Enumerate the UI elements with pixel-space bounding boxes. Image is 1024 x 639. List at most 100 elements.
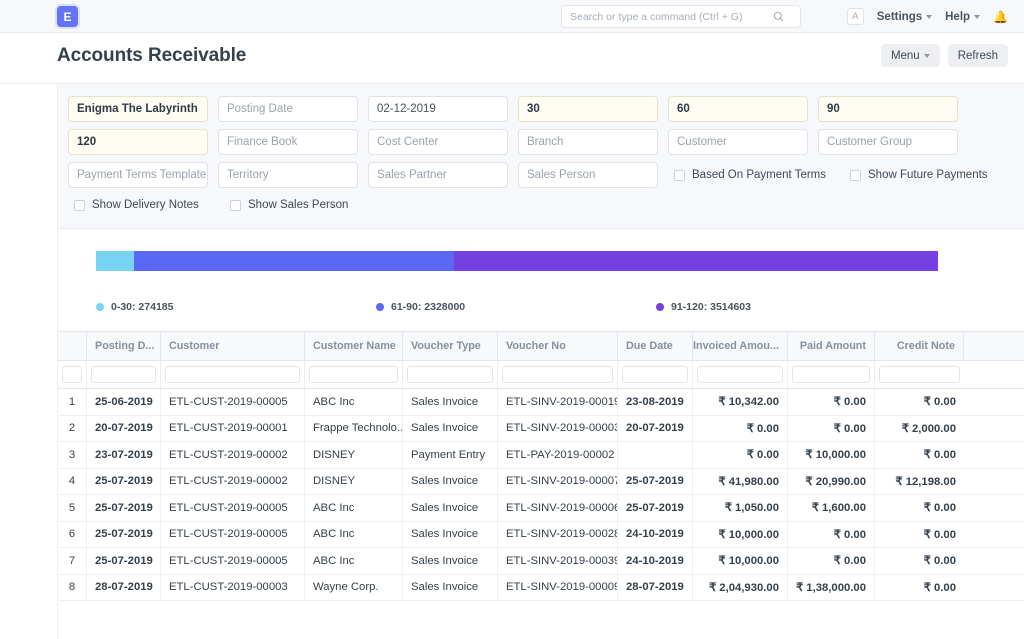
cell-cust[interactable]: ETL-CUST-2019-00005 xyxy=(161,495,305,521)
filter-cost-center[interactable]: Cost Center xyxy=(368,129,508,155)
column-header-voucher-no[interactable]: Voucher No xyxy=(498,332,618,360)
filter-input-customer[interactable] xyxy=(165,366,300,383)
legend-item-91-120[interactable]: 91-120: 3514603 xyxy=(656,301,751,313)
legend-label: 0-30: 274185 xyxy=(111,301,174,313)
table-row[interactable]: 3 23-07-2019 ETL-CUST-2019-00002 DISNEY Paym… xyxy=(58,442,1024,469)
legend-item-61-90[interactable]: 61-90: 2328000 xyxy=(376,301,656,313)
column-header-posting-date[interactable]: Posting D... xyxy=(87,332,161,360)
column-header-customer-name[interactable]: Customer Name xyxy=(305,332,403,360)
filter-territory[interactable]: Territory xyxy=(218,162,358,188)
cell-paid: ₹ 10,000.00 xyxy=(788,442,875,468)
cell-vno[interactable]: ETL-PAY-2019-00002 xyxy=(498,442,618,468)
checkbox-icon[interactable] xyxy=(230,199,241,211)
table-row[interactable]: 8 28-07-2019 ETL-CUST-2019-00003 Wayne Corp… xyxy=(58,574,1024,601)
settings-menu[interactable]: Settings xyxy=(877,11,933,23)
menu-button[interactable]: Menu xyxy=(880,44,940,67)
filter-input-due-date[interactable] xyxy=(622,366,688,383)
checkbox-show-future-payments[interactable]: Show Future Payments xyxy=(850,169,988,181)
table-row[interactable]: 7 25-07-2019 ETL-CUST-2019-00005 ABC Inc Sal… xyxy=(58,548,1024,575)
avatar[interactable]: A xyxy=(846,8,864,25)
filter-report-date[interactable]: 02-12-2019 xyxy=(368,96,508,122)
checkbox-icon[interactable] xyxy=(674,169,685,181)
filter-cell-posting-date xyxy=(87,361,161,388)
table-row[interactable]: 4 25-07-2019 ETL-CUST-2019-00002 DISNEY Sale… xyxy=(58,468,1024,495)
filter-input-paid-amount[interactable] xyxy=(792,366,870,383)
table-row[interactable]: 1 25-06-2019 ETL-CUST-2019-00005 ABC Inc Sal… xyxy=(58,389,1024,416)
cell-cname: DISNEY xyxy=(305,468,403,494)
cell-cust[interactable]: ETL-CUST-2019-00003 xyxy=(161,574,305,600)
global-search[interactable] xyxy=(561,5,801,28)
cell-vno[interactable]: ETL-SINV-2019-00007 xyxy=(498,468,618,494)
cell-paid: ₹ 20,990.00 xyxy=(788,468,875,494)
cell-cust[interactable]: ETL-CUST-2019-00005 xyxy=(161,521,305,547)
column-header-invoiced-amount[interactable]: Invoiced Amou... xyxy=(693,332,788,360)
navbar-right-group: A Settings Help 🔔 xyxy=(846,0,1008,33)
cell-cust[interactable]: ETL-CUST-2019-00005 xyxy=(161,548,305,574)
cell-pdate: 20-07-2019 xyxy=(87,415,161,441)
cell-vno[interactable]: ETL-SINV-2019-00006 xyxy=(498,495,618,521)
cell-ddate: 24-10-2019 xyxy=(618,548,693,574)
column-header-index[interactable] xyxy=(58,332,87,360)
filter-range-30[interactable]: 30 xyxy=(518,96,658,122)
table-row[interactable]: 6 25-07-2019 ETL-CUST-2019-00005 ABC Inc Sal… xyxy=(58,521,1024,548)
filter-range-120[interactable]: 120 xyxy=(68,129,208,155)
cell-inv: ₹ 10,000.00 xyxy=(693,521,788,547)
cell-vtype: Sales Invoice xyxy=(403,521,498,547)
cell-ddate xyxy=(618,442,693,468)
legend-dot-icon xyxy=(376,303,384,311)
filter-customer-group[interactable]: Customer Group xyxy=(818,129,958,155)
column-header-paid-amount[interactable]: Paid Amount xyxy=(788,332,875,360)
checkbox-based-on-payment-terms[interactable]: Based On Payment Terms xyxy=(674,169,826,181)
notifications-bell-icon[interactable]: 🔔 xyxy=(993,10,1008,24)
legend-dot-icon xyxy=(656,303,664,311)
filter-input-customer-name[interactable] xyxy=(309,366,398,383)
cell-vno[interactable]: ETL-SINV-2019-00028 xyxy=(498,521,618,547)
filter-input-voucher-no[interactable] xyxy=(502,366,613,383)
legend-item-0-30[interactable]: 0-30: 274185 xyxy=(96,301,376,313)
cell-cust[interactable]: ETL-CUST-2019-00002 xyxy=(161,468,305,494)
cell-cust[interactable]: ETL-CUST-2019-00002 xyxy=(161,442,305,468)
cell-vno[interactable]: ETL-SINV-2019-00039 xyxy=(498,548,618,574)
filter-payment-terms-template[interactable]: Payment Terms Template xyxy=(68,162,208,188)
search-input[interactable] xyxy=(562,6,768,27)
column-header-credit-note[interactable]: Credit Note xyxy=(875,332,964,360)
app-logo[interactable]: E xyxy=(57,6,78,27)
filter-customer[interactable]: Customer xyxy=(668,129,808,155)
filter-row-4: Show Delivery Notes Show Sales Person xyxy=(58,195,1024,218)
cell-ddate: 23-08-2019 xyxy=(618,389,693,415)
filter-company[interactable]: Enigma The Labyrinth xyxy=(68,96,208,122)
column-header-customer[interactable]: Customer xyxy=(161,332,305,360)
filter-branch[interactable]: Branch xyxy=(518,129,658,155)
cell-vno[interactable]: ETL-SINV-2019-00009 xyxy=(498,574,618,600)
cell-vno[interactable]: ETL-SINV-2019-00019 xyxy=(498,389,618,415)
filter-range-90[interactable]: 90 xyxy=(818,96,958,122)
checkbox-icon[interactable] xyxy=(850,169,862,181)
cell-cust[interactable]: ETL-CUST-2019-00001 xyxy=(161,415,305,441)
filter-input-invoiced-amount[interactable] xyxy=(697,366,783,383)
cell-cust[interactable]: ETL-CUST-2019-00005 xyxy=(161,389,305,415)
cell-cnote: ₹ 0.00 xyxy=(923,502,956,515)
bar-segment-0-30[interactable] xyxy=(96,251,134,271)
checkbox-show-sales-person[interactable]: Show Sales Person xyxy=(230,199,348,211)
filter-input-credit-note[interactable] xyxy=(879,366,960,383)
filter-finance-book[interactable]: Finance Book xyxy=(218,129,358,155)
help-menu[interactable]: Help xyxy=(945,11,981,23)
checkbox-icon[interactable] xyxy=(74,199,85,211)
cell-pdate: 25-07-2019 xyxy=(87,521,161,547)
column-header-voucher-type[interactable]: Voucher Type xyxy=(403,332,498,360)
filter-ageing-based-on[interactable]: Posting Date xyxy=(218,96,358,122)
filter-range-60[interactable]: 60 xyxy=(668,96,808,122)
filter-input-voucher-type[interactable] xyxy=(407,366,493,383)
table-row[interactable]: 5 25-07-2019 ETL-CUST-2019-00005 ABC Inc Sal… xyxy=(58,495,1024,522)
bar-segment-61-90[interactable] xyxy=(133,251,455,271)
cell-vno[interactable]: ETL-SINV-2019-00003 xyxy=(498,415,618,441)
checkbox-show-delivery-notes[interactable]: Show Delivery Notes xyxy=(74,199,230,211)
filter-sales-person[interactable]: Sales Person xyxy=(518,162,658,188)
bar-segment-91-120[interactable] xyxy=(454,251,938,271)
filter-input-index[interactable] xyxy=(62,366,82,383)
refresh-button[interactable]: Refresh xyxy=(947,44,1008,67)
filter-sales-partner[interactable]: Sales Partner xyxy=(368,162,508,188)
column-header-due-date[interactable]: Due Date xyxy=(618,332,693,360)
filter-input-posting-date[interactable] xyxy=(91,366,156,383)
table-row[interactable]: 2 20-07-2019 ETL-CUST-2019-00001 Frappe Tec… xyxy=(58,415,1024,442)
